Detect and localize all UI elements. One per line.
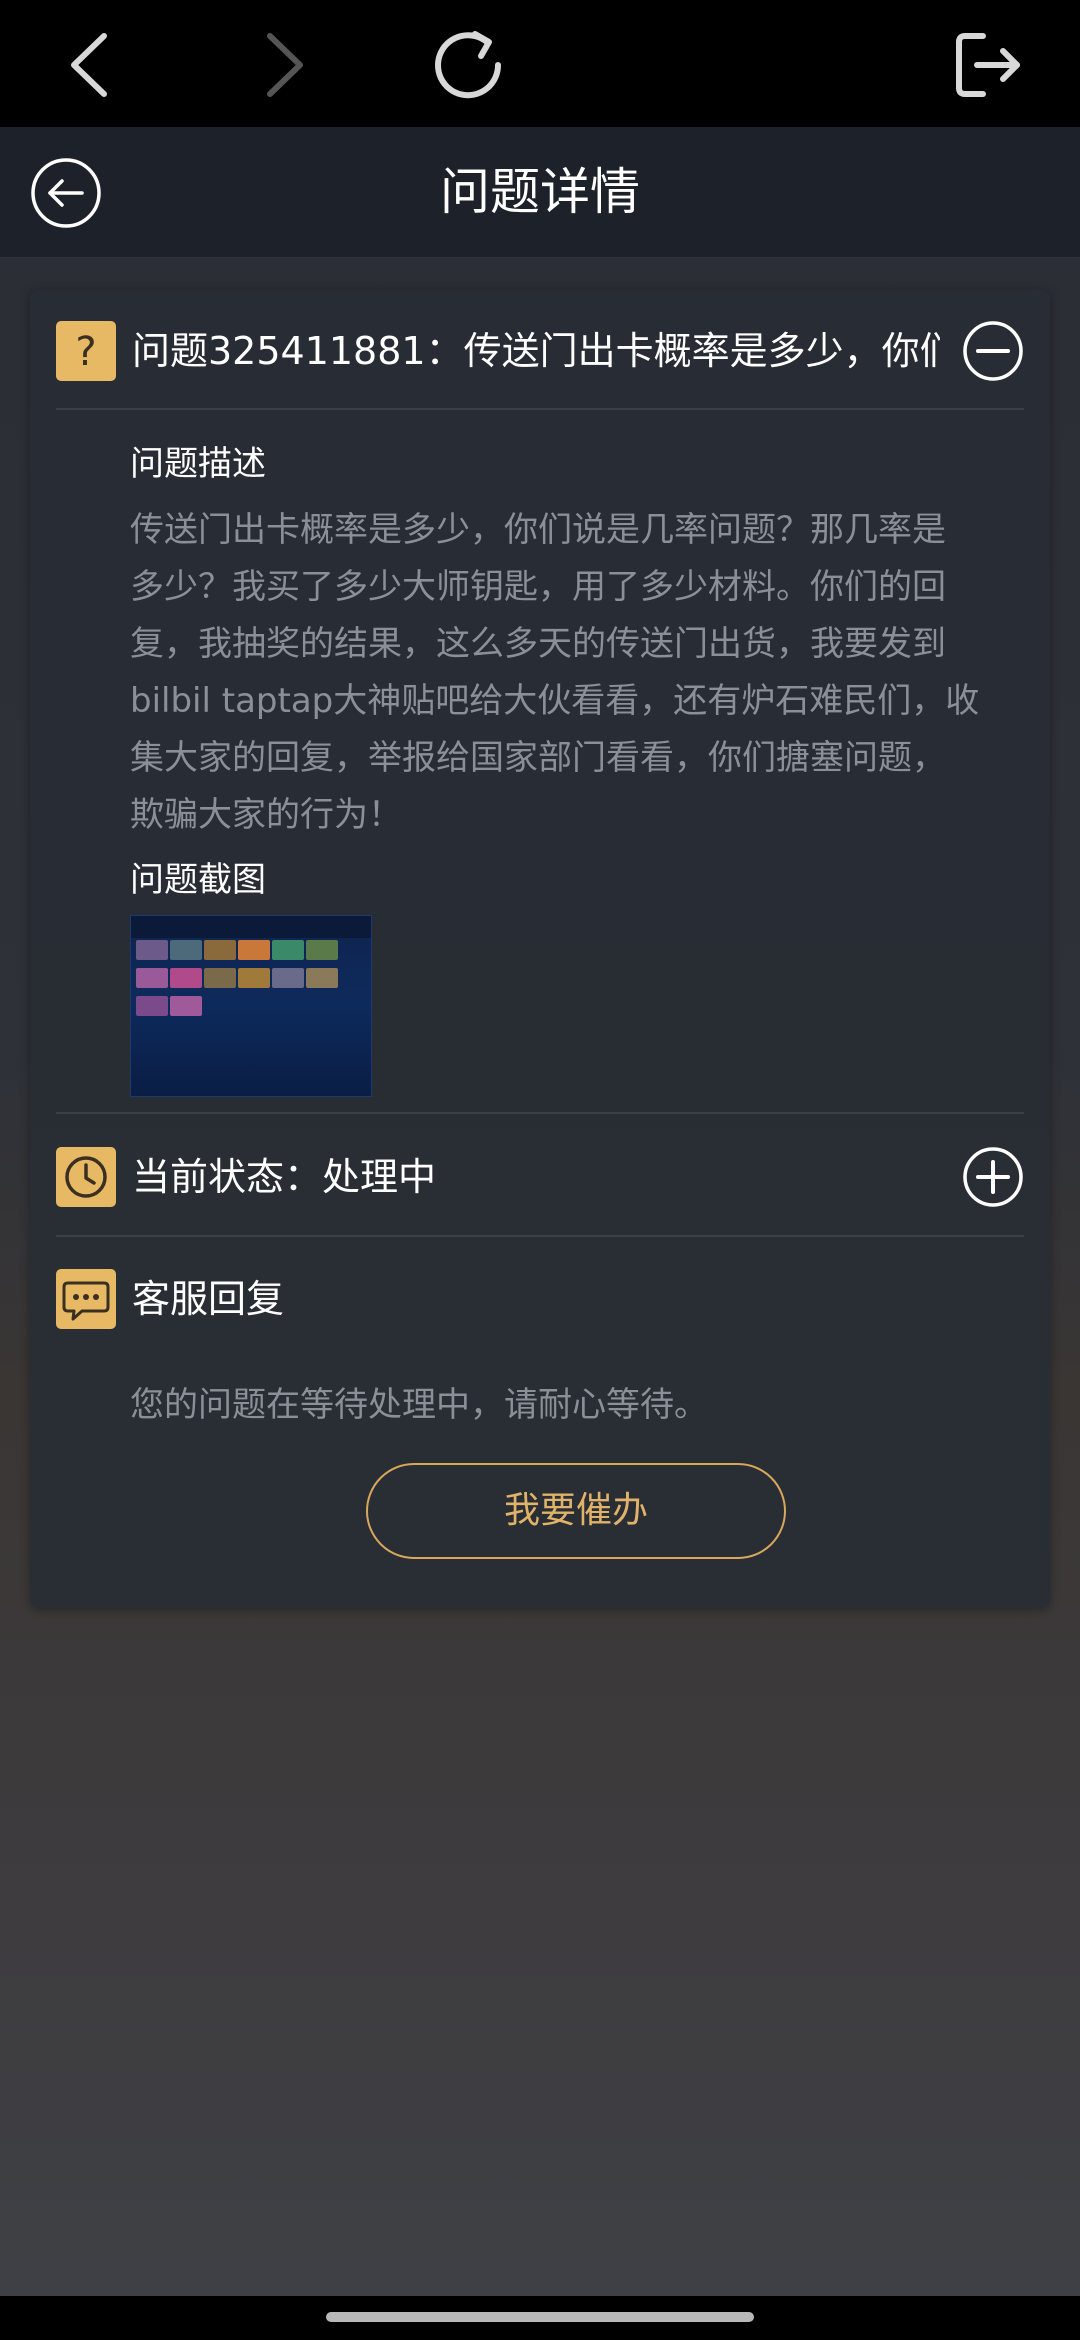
screenshot-card bbox=[272, 940, 304, 960]
reply-label: 客服回复 bbox=[132, 1277, 285, 1321]
reload-icon bbox=[435, 31, 502, 99]
description-line: bilbil taptap大神贴吧给大伙看看，还有炉石难民们，收 bbox=[130, 681, 980, 721]
svg-text:?: ? bbox=[75, 329, 96, 375]
gesture-bar bbox=[0, 2296, 1080, 2340]
screenshot-card bbox=[170, 940, 202, 960]
screenshot-card bbox=[272, 968, 304, 988]
browser-exit-button[interactable] bbox=[943, 22, 1029, 108]
chevron-right-icon bbox=[267, 33, 303, 97]
status-badge bbox=[56, 1147, 116, 1207]
divider bbox=[56, 408, 1024, 410]
minus-circle-icon bbox=[963, 321, 1023, 381]
question-mark-icon: ? bbox=[75, 329, 96, 375]
chevron-left-icon bbox=[71, 33, 107, 97]
home-indicator[interactable] bbox=[326, 2312, 754, 2322]
screenshot-card bbox=[204, 940, 236, 960]
screenshot-card bbox=[204, 968, 236, 988]
clock-icon bbox=[65, 1156, 107, 1198]
screenshot-card bbox=[136, 940, 168, 960]
description-line: 复，我抽奖的结果，这么多天的传送门出货，我要发到 bbox=[130, 624, 946, 664]
screenshot-card bbox=[238, 968, 270, 988]
description-line: 集大家的回复，举报给国家部门看看，你们搪塞问题， bbox=[130, 738, 946, 778]
question-description: 传送门出卡概率是多少，你们说是几率问题？那几率是 多少？我买了多少大师钥匙，用了… bbox=[130, 502, 1030, 844]
divider bbox=[56, 1112, 1024, 1114]
description-line: 传送门出卡概率是多少，你们说是几率问题？那几率是 bbox=[130, 510, 946, 550]
screenshot-card bbox=[238, 940, 270, 960]
screenshot-card bbox=[306, 940, 338, 960]
screenshot-card-grid bbox=[135, 938, 367, 1022]
description-label: 问题描述 bbox=[130, 444, 266, 484]
reply-row: 客服回复 bbox=[56, 1268, 1024, 1330]
browser-reload-button[interactable] bbox=[425, 22, 511, 108]
browser-forward-button[interactable] bbox=[240, 22, 326, 108]
screenshot-card bbox=[136, 968, 168, 988]
question-badge: ? bbox=[56, 321, 116, 381]
browser-back-button[interactable] bbox=[48, 22, 134, 108]
page-title: 问题详情 bbox=[440, 163, 640, 221]
screenshot-card bbox=[136, 996, 168, 1016]
screenshot-card bbox=[170, 996, 202, 1016]
divider bbox=[56, 1235, 1024, 1237]
plus-circle-icon bbox=[963, 1147, 1023, 1207]
chat-bubble-icon bbox=[62, 1281, 110, 1321]
status-row[interactable]: 当前状态：处理中 bbox=[56, 1146, 1024, 1208]
urge-button[interactable]: 我要催办 bbox=[366, 1463, 786, 1559]
browser-toolbar bbox=[0, 0, 1080, 127]
description-line: 多少？我买了多少大师钥匙，用了多少材料。你们的回 bbox=[130, 567, 946, 607]
status-text: 当前状态：处理中 bbox=[132, 1155, 437, 1199]
collapse-button[interactable] bbox=[962, 320, 1024, 382]
page-header: 问题详情 bbox=[0, 127, 1080, 258]
question-title-row[interactable]: ? 问题325411881：传送门出卡概率是多少，你们说是几率问题？ bbox=[56, 320, 1024, 382]
exit-icon bbox=[956, 33, 1020, 97]
question-title: 问题325411881：传送门出卡概率是多少，你们说是几率问题？ bbox=[132, 329, 940, 373]
screenshot-top-bar bbox=[131, 916, 371, 938]
screenshot-card bbox=[170, 968, 202, 988]
question-detail-card: ? 问题325411881：传送门出卡概率是多少，你们说是几率问题？ 问题描述 … bbox=[30, 290, 1050, 1608]
description-line: 欺骗大家的行为！ bbox=[130, 795, 402, 835]
screenshot-label: 问题截图 bbox=[130, 860, 266, 900]
reply-text: 您的问题在等待处理中，请耐心等待。 bbox=[130, 1385, 708, 1425]
question-screenshot-thumbnail[interactable] bbox=[130, 915, 372, 1097]
screenshot-card bbox=[306, 968, 338, 988]
expand-button[interactable] bbox=[962, 1146, 1024, 1208]
reply-badge bbox=[56, 1269, 116, 1329]
